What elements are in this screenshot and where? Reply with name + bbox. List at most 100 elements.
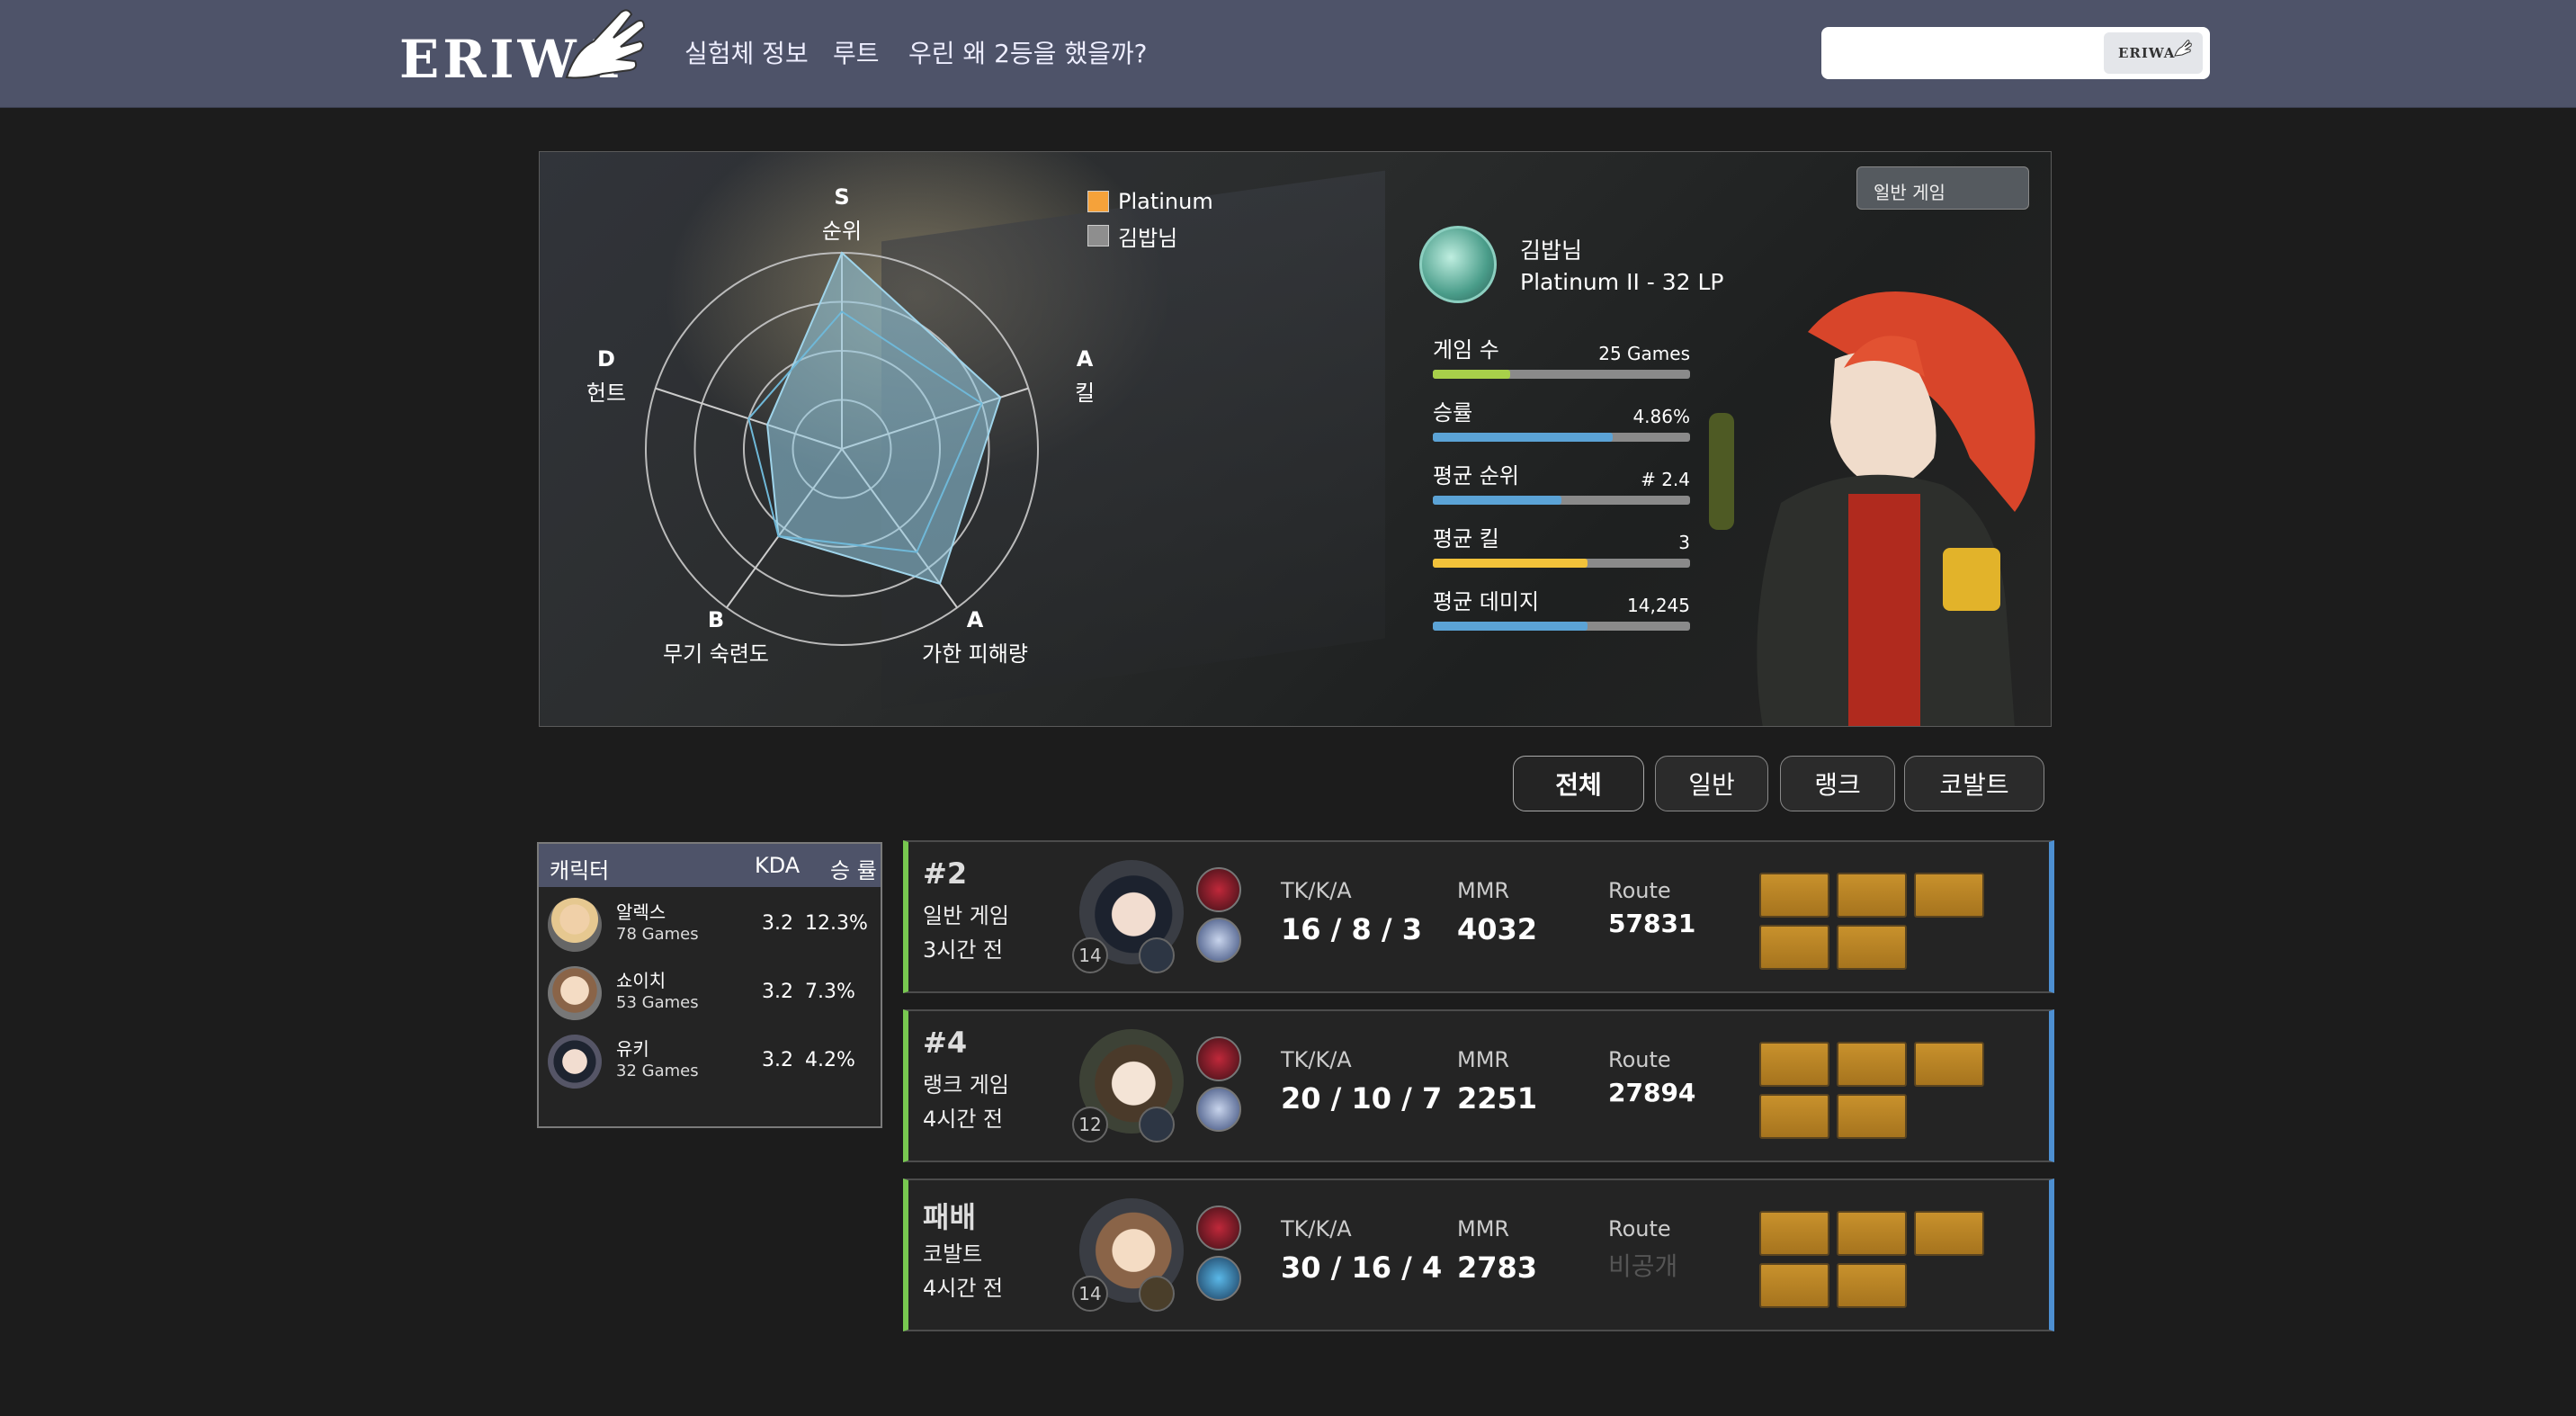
legend-item-player: 김밥님 xyxy=(1087,219,1213,253)
player-radar-area xyxy=(766,251,1002,586)
search-button-label: ERIWA xyxy=(2118,45,2176,61)
avatar xyxy=(548,898,602,952)
stat-label: 승률 xyxy=(1433,400,1473,426)
weapon-icon xyxy=(1139,937,1175,973)
header-winrate: 승 률 xyxy=(830,858,877,883)
character-portrait xyxy=(1709,291,2035,726)
radar-grade: S xyxy=(834,184,849,210)
stat-label: 평균 데미지 xyxy=(1433,589,1540,614)
stat-winrate: 승률 4.86% xyxy=(1433,395,1690,442)
item-leg-icon xyxy=(1837,1263,1907,1308)
mmr-value: 2783 xyxy=(1457,1250,1538,1285)
trait-icon xyxy=(1196,1205,1241,1250)
character-name: 유키 xyxy=(616,1038,649,1060)
item-head-icon xyxy=(1914,1042,1984,1087)
character-games: 78 Games xyxy=(616,925,699,944)
chevron-down-icon: ⌄ xyxy=(1874,175,1889,196)
filter-normal-button[interactable]: 일반 xyxy=(1655,756,1768,811)
kda-value: 30 / 16 / 4 xyxy=(1281,1250,1443,1285)
kda-label: TK/K/A xyxy=(1281,878,1352,903)
nav-link-route[interactable]: 루트 xyxy=(833,34,880,70)
radar-axis-label: 킬 xyxy=(1075,381,1095,406)
tactical-skill-icon xyxy=(1196,918,1241,963)
character-kda: 3.2 xyxy=(762,912,793,935)
stat-avg-kill: 평균 킬 3 xyxy=(1433,521,1690,568)
kda-value: 20 / 10 / 7 xyxy=(1281,1081,1443,1116)
weapon-icon xyxy=(1139,1276,1175,1312)
radar-grade: A xyxy=(967,607,984,632)
character-kda: 3.2 xyxy=(762,981,793,1003)
match-mode: 코발트 xyxy=(923,1241,983,1267)
stat-label: 평균 순위 xyxy=(1433,463,1519,488)
route-label: Route xyxy=(1608,1216,1671,1241)
character-level: 12 xyxy=(1072,1107,1108,1143)
radar-grade: D xyxy=(597,346,615,372)
character-kda: 3.2 xyxy=(762,1049,793,1071)
stat-bar-fill xyxy=(1433,496,1561,505)
player-rank: Platinum II - 32 LP xyxy=(1520,269,1724,295)
mmr-value: 4032 xyxy=(1457,912,1538,946)
table-row[interactable]: 유키 32 Games 3.2 4.2% xyxy=(539,1026,881,1094)
top-nav: ERIWA 실험체 정보 루트 우린 왜 2등을 했을까? ERIWA xyxy=(0,0,2576,108)
avatar xyxy=(548,1035,602,1089)
stat-avg-rank: 평균 순위 # 2.4 xyxy=(1433,458,1690,505)
table-row[interactable]: 쇼이치 53 Games 3.2 7.3% xyxy=(539,957,881,1026)
legend-item-platinum: Platinum xyxy=(1087,184,1213,219)
item-head-icon xyxy=(1914,873,1984,918)
stat-avg-damage: 평균 데미지 14,245 xyxy=(1433,584,1690,631)
weapon-icon xyxy=(1139,1107,1175,1143)
hand-icon xyxy=(565,9,646,79)
stat-bar xyxy=(1433,433,1690,442)
character-stats-table: 캐릭터 KDA 승 률 알렉스 78 Games 3.2 12.3% 쇼이치 5… xyxy=(537,842,882,1128)
match-card[interactable]: #2 일반 게임 3시간 전 14 TK/K/A 16 / 8 / 3 MMR … xyxy=(903,840,2054,993)
character-name: 쇼이치 xyxy=(616,970,666,991)
route-value[interactable]: 27894 xyxy=(1608,1078,1695,1107)
mmr-label: MMR xyxy=(1457,878,1510,903)
nav-link-why-second[interactable]: 우린 왜 2등을 했을까? xyxy=(908,34,1147,70)
route-value[interactable]: 57831 xyxy=(1608,909,1695,938)
route-value: 비공개 xyxy=(1608,1251,1678,1281)
radar-grade: A xyxy=(1077,346,1094,372)
game-mode-dropdown[interactable]: 일반 게임 ⌄ xyxy=(1856,166,2029,210)
item-chest-icon xyxy=(1837,873,1907,918)
player-name: 김밥님 xyxy=(1520,237,1583,264)
character-winrate: 7.3% xyxy=(805,981,855,1003)
mmr-label: MMR xyxy=(1457,1047,1510,1072)
match-card[interactable]: #4 랭크 게임 4시간 전 12 TK/K/A 20 / 10 / 7 MMR… xyxy=(903,1009,2054,1162)
character-winrate: 4.2% xyxy=(805,1049,855,1071)
character-level: 14 xyxy=(1072,1276,1108,1312)
radar-axis-label: 무기 숙련도 xyxy=(663,641,769,667)
filter-cobalt-button[interactable]: 코발트 xyxy=(1904,756,2044,811)
character-level: 14 xyxy=(1072,937,1108,973)
match-placement: #2 xyxy=(923,856,968,891)
item-leg-icon xyxy=(1837,925,1907,970)
trait-icon xyxy=(1196,1036,1241,1081)
stat-value: 4.86% xyxy=(1632,406,1690,427)
search-box: ERIWA xyxy=(1821,27,2210,79)
character-name: 알렉스 xyxy=(616,901,666,923)
eriwa-logo[interactable]: ERIWA xyxy=(399,9,646,90)
radar-legend: Platinum 김밥님 xyxy=(1087,184,1213,253)
filter-rank-button[interactable]: 랭크 xyxy=(1780,756,1895,811)
hand-icon xyxy=(2174,40,2192,57)
stat-bar xyxy=(1433,559,1690,568)
stat-bar-fill xyxy=(1433,622,1588,631)
header-character: 캐릭터 xyxy=(550,858,610,883)
stat-value: # 2.4 xyxy=(1641,469,1690,490)
match-time: 4시간 전 xyxy=(923,1276,1004,1301)
stat-bar xyxy=(1433,496,1690,505)
item-arm-icon xyxy=(1759,1094,1829,1139)
filter-all-button[interactable]: 전체 xyxy=(1513,756,1644,811)
mmr-label: MMR xyxy=(1457,1216,1510,1241)
mmr-value: 2251 xyxy=(1457,1081,1538,1116)
nav-link-character-info[interactable]: 실험체 정보 xyxy=(684,34,809,70)
table-row[interactable]: 알렉스 78 Games 3.2 12.3% xyxy=(539,889,881,957)
route-label: Route xyxy=(1608,878,1671,903)
match-time: 4시간 전 xyxy=(923,1107,1004,1132)
search-button[interactable]: ERIWA xyxy=(2104,32,2203,74)
search-input[interactable] xyxy=(1832,34,2102,72)
radar-axis-label: 헌트 xyxy=(586,381,626,406)
avatar xyxy=(548,966,602,1020)
match-card[interactable]: 패배 코발트 4시간 전 14 TK/K/A 30 / 16 / 4 MMR 2… xyxy=(903,1179,2054,1331)
radar-axis-label: 순위 xyxy=(822,219,862,244)
